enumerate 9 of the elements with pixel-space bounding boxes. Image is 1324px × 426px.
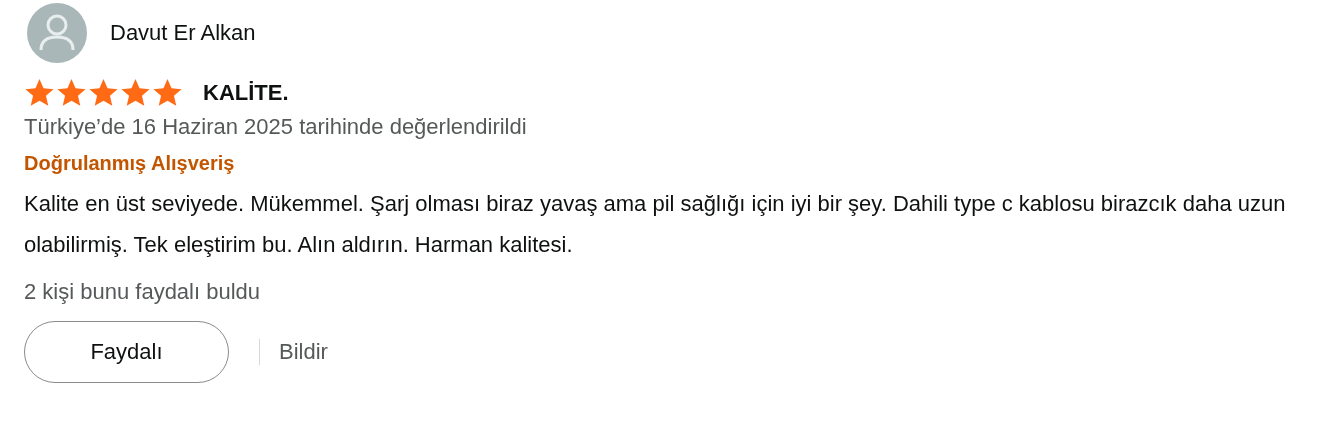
helpful-button[interactable]: Faydalı: [24, 321, 229, 383]
review-date: Türkiye’de 16 Haziran 2025 tarihinde değerlendirildi: [24, 114, 528, 140]
review-text: Kalite en üst seviyede. Mükemmel. Şarj olması biraz yavaş ama pil sağlığı için iyi bir şey. Dahili type c kablosu birazcık daha uzun olabilirmiş. Tek eleştirim bu. Alın aldırın. Harman kalitesi.: [24, 190, 1287, 259]
review-title: KALİTE.: [203, 79, 289, 106]
reviewer-name: Davut Er Alkan: [110, 20, 256, 46]
report-link[interactable]: Bildir: [279, 339, 328, 365]
verified-purchase-label: Doğrulanmış Alışveriş: [24, 152, 236, 175]
helpful-count: 2 kişi bunu faydalı buldu: [24, 279, 262, 305]
avatar-icon: [27, 3, 87, 63]
